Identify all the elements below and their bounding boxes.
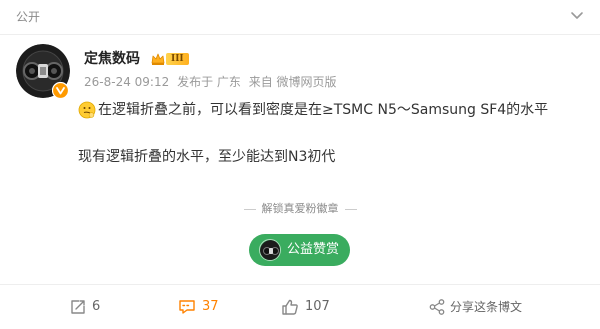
- repost-count: 6: [92, 299, 101, 314]
- post-topbar: 公开: [0, 0, 600, 35]
- chevron-down-icon[interactable]: [570, 10, 584, 20]
- thumbs-up-icon: [282, 299, 298, 315]
- visibility-label: 公开: [16, 10, 41, 24]
- post-meta: 26-8-24 09:12 发布于 广东 来自 微博网页版: [84, 74, 341, 90]
- divider: [243, 208, 256, 210]
- comment-count: 37: [202, 299, 219, 314]
- reward-label: 公益赞赏: [287, 242, 340, 257]
- post-text-paragraph-2: 现有逻辑折叠的水平，至少能达到N3初代: [78, 149, 336, 165]
- post-source: 来自 微博网页版: [248, 75, 337, 89]
- weibo-post-card: 公开 定焦数码 III 26-8-24 09:12 发布于 广东 来自 微博网页…: [0, 0, 600, 329]
- reward-avatar: [259, 239, 281, 261]
- share-icon: [429, 299, 445, 315]
- comment-button[interactable]: 37: [178, 298, 228, 316]
- like-button[interactable]: 107: [281, 298, 341, 316]
- reward-button[interactable]: 公益赞赏: [249, 234, 350, 266]
- action-bar: 6 37 107 分享这条博文: [0, 284, 600, 329]
- verified-badge-icon: [52, 82, 69, 99]
- post-location: 发布于 广东: [177, 75, 241, 89]
- post-time[interactable]: 26-8-24 09:12: [84, 75, 169, 89]
- share-label: 分享这条博文: [450, 300, 523, 314]
- author-name[interactable]: 定焦数码: [84, 49, 140, 69]
- repost-icon: [71, 300, 85, 314]
- comment-icon: [179, 300, 195, 314]
- repost-button[interactable]: 6: [69, 298, 109, 316]
- post-text-paragraph-1: 在逻辑折叠之前，可以看到密度是在≥TSMC N5～Samsung SF4的水平: [98, 102, 549, 118]
- share-button[interactable]: 分享这条博文: [428, 298, 538, 316]
- crown-icon: [151, 53, 165, 65]
- fan-level-badge[interactable]: III: [166, 53, 189, 65]
- thinking-face-emoji: [78, 101, 96, 119]
- like-count: 107: [305, 299, 330, 314]
- unlock-label: 解锁真爱粉徽章: [261, 202, 339, 215]
- unlock-fan-badge[interactable]: 解锁真爱粉徽章: [0, 201, 600, 217]
- divider: [344, 208, 357, 210]
